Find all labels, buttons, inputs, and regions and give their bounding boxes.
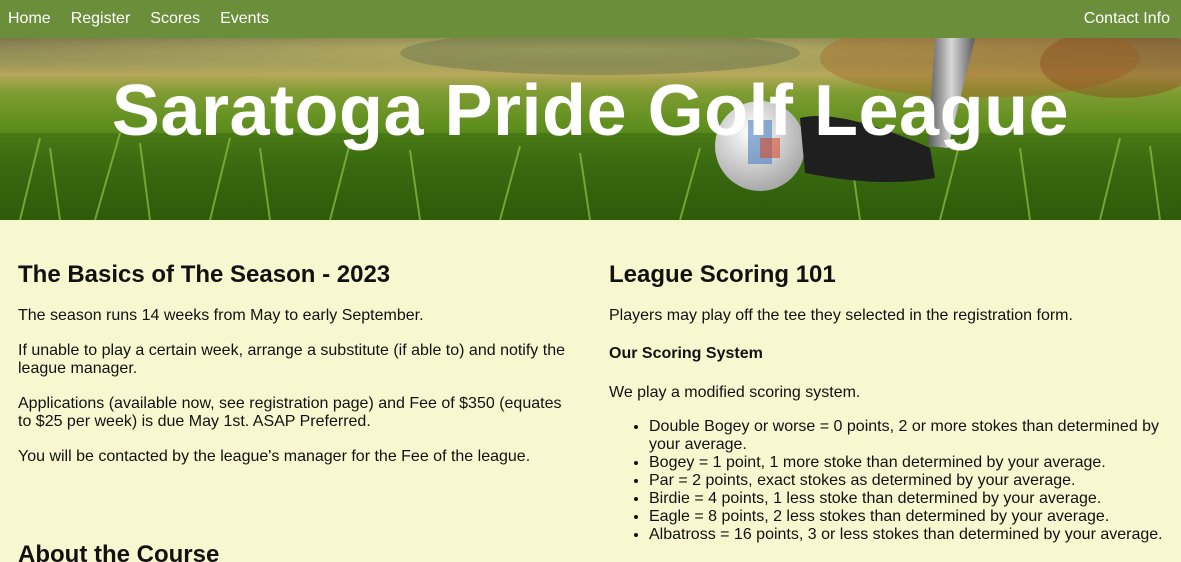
basics-paragraph: Applications (available now, see registr… [18,395,562,430]
nav-scores-link[interactable]: Scores [140,0,210,38]
hero-banner: Saratoga Pride Golf League [0,38,1181,220]
scoring-modified-text: We play a modified scoring system. [609,384,861,401]
basics-paragraph: If unable to play a certain week, arrang… [18,342,565,377]
basics-paragraph: You will be contacted by the league's ma… [18,448,531,465]
list-item: Par = 2 points, exact stokes as determin… [649,472,1169,490]
scoring-system-subheading: Our Scoring System [609,345,763,362]
list-item: Double Bogey or worse = 0 points, 2 or m… [649,418,1169,454]
top-nav-bar: Home Register Scores Events Contact Info [0,0,1181,38]
list-item: Eagle = 8 points, 2 less stokes than det… [649,508,1169,526]
about-course-heading: About the Course [18,541,220,562]
list-item: Bogey = 1 point, 1 more stoke than deter… [649,454,1169,472]
list-item: Birdie = 4 points, 1 less stoke than det… [649,490,1169,508]
nav-right: Contact Info [1074,0,1181,38]
scoring-column: League Scoring 101 Players may play off … [609,220,1169,544]
main-content: The Basics of The Season - 2023 The seas… [0,220,1181,562]
site-title: Saratoga Pride Golf League [111,71,1070,151]
scoring-list: Double Bogey or worse = 0 points, 2 or m… [609,418,1169,544]
nav-contact-info-link[interactable]: Contact Info [1074,0,1181,38]
basics-paragraph: The season runs 14 weeks from May to ear… [18,307,424,324]
basics-heading: The Basics of The Season - 2023 [18,261,391,288]
scoring-heading: League Scoring 101 [609,261,836,288]
basics-column: The Basics of The Season - 2023 The seas… [18,220,578,562]
scoring-intro: Players may play off the tee they select… [609,307,1073,324]
list-item: Albatross = 16 points, 3 or less stokes … [649,526,1169,544]
nav-events-link[interactable]: Events [210,0,279,38]
nav-home-link[interactable]: Home [0,0,61,38]
nav-register-link[interactable]: Register [61,0,141,38]
nav-links: Home Register Scores Events [0,0,279,38]
